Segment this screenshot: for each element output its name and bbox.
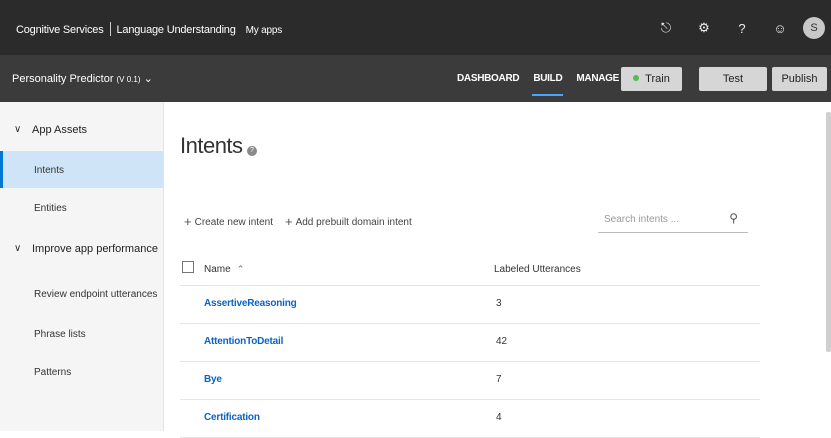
help-icon[interactable]: ? xyxy=(723,21,761,36)
sidebar-item-label: Phrase lists xyxy=(34,329,86,340)
gear-icon[interactable]: ⚙ xyxy=(685,20,723,36)
page-title: Intents xyxy=(180,133,243,158)
app-version: (V 0.1) xyxy=(116,75,141,84)
labeled-count: 3 xyxy=(496,298,502,309)
sort-up-icon: ⌃ xyxy=(236,264,245,274)
labeled-count: 4 xyxy=(496,412,502,423)
bell-icon[interactable]: ⎋ xyxy=(647,20,685,36)
add-prebuilt-label: Add prebuilt domain intent xyxy=(295,217,412,228)
my-apps-link[interactable]: My apps xyxy=(246,25,283,36)
train-label: Train xyxy=(645,73,670,85)
sidebar-item-label: Review endpoint utterances xyxy=(34,289,158,300)
sidebar-section-label: Improve app performance xyxy=(32,243,158,255)
train-button[interactable]: Train xyxy=(621,67,682,91)
intent-link[interactable]: Bye xyxy=(204,374,222,385)
add-prebuilt-button[interactable]: + Add prebuilt domain intent xyxy=(284,214,412,229)
create-intent-label: Create new intent xyxy=(194,217,273,228)
brand-separator xyxy=(109,22,111,36)
test-button[interactable]: Test xyxy=(699,67,767,91)
sidebar-item-patterns[interactable]: Patterns xyxy=(0,362,163,386)
tab-manage[interactable]: MANAGE xyxy=(569,55,626,102)
app-bar: Personality Predictor (V 0.1) ⌄ DASHBOARD… xyxy=(0,55,831,102)
chevron-down-icon: ∨ xyxy=(14,243,22,254)
create-intent-button[interactable]: + Create new intent xyxy=(184,214,273,229)
app-name: Personality Predictor xyxy=(12,73,114,85)
main-content: Intents ? + Create new intent + Add prebuil… xyxy=(164,102,831,438)
search-box: ⚲ xyxy=(598,206,748,233)
select-all-checkbox[interactable] xyxy=(182,261,194,273)
tab-build[interactable]: BUILD xyxy=(526,55,569,102)
app-selector[interactable]: Personality Predictor (V 0.1) ⌄ xyxy=(12,72,153,85)
sidebar-section-label: App Assets xyxy=(32,124,88,136)
sidebar-item-intents[interactable]: Intents xyxy=(0,151,163,188)
intents-table: Name ⌃ Labeled Utterances AssertiveReason… xyxy=(180,248,760,438)
nav-tabs: DASHBOARD BUILD MANAGE xyxy=(450,55,626,102)
plus-icon: + xyxy=(284,214,293,229)
column-header-name[interactable]: Name ⌃ xyxy=(204,264,244,275)
sidebar-item-label: Intents xyxy=(34,165,65,176)
help-icon[interactable]: ? xyxy=(247,146,257,156)
plus-icon: + xyxy=(184,214,192,229)
table-row: Bye 7 xyxy=(180,362,760,400)
sidebar: ∨ App Assets Intents Entities ∨ Improve … xyxy=(0,102,164,431)
tab-dashboard[interactable]: DASHBOARD xyxy=(450,55,526,102)
intent-toolbar: + Create new intent + Add prebuilt domain i… xyxy=(184,214,424,229)
intent-link[interactable]: Certification xyxy=(204,412,260,423)
sidebar-item-label: Entities xyxy=(34,203,67,214)
table-header: Name ⌃ Labeled Utterances xyxy=(180,248,760,286)
sidebar-item-review-endpoint[interactable]: Review endpoint utterances xyxy=(0,284,163,308)
column-label: Name xyxy=(204,264,231,275)
sidebar-item-label: Patterns xyxy=(34,367,72,378)
sidebar-item-entities[interactable]: Entities xyxy=(0,198,163,222)
table-row: Certification 4 xyxy=(180,400,760,438)
search-input[interactable] xyxy=(598,210,730,228)
column-header-labeled[interactable]: Labeled Utterances xyxy=(494,264,581,275)
chevron-down-icon: ∨ xyxy=(14,124,22,135)
vertical-scrollbar[interactable] xyxy=(826,112,831,352)
top-bar: Cognitive Services Language Understanding… xyxy=(0,0,831,55)
top-icons: ⎋ ⚙ ? ☺ S xyxy=(647,17,831,39)
table-row: AttentionToDetail 42 xyxy=(180,324,760,362)
labeled-count: 42 xyxy=(496,336,508,347)
avatar[interactable]: S xyxy=(803,17,825,39)
intent-link[interactable]: AssertiveReasoning xyxy=(204,298,297,309)
brand-area: Cognitive Services Language Understanding… xyxy=(16,22,282,36)
publish-button[interactable]: Publish xyxy=(772,67,827,91)
status-dot-icon xyxy=(633,75,640,81)
smiley-icon[interactable]: ☺ xyxy=(761,21,799,36)
product-link[interactable]: Language Understanding xyxy=(117,24,236,36)
sidebar-item-phrase-lists[interactable]: Phrase lists xyxy=(0,324,163,348)
labeled-count: 7 xyxy=(496,374,502,385)
table-row: AssertiveReasoning 3 xyxy=(180,286,760,324)
search-icon[interactable]: ⚲ xyxy=(729,211,738,225)
intent-link[interactable]: AttentionToDetail xyxy=(204,336,283,347)
chevron-down-icon: ⌄ xyxy=(143,73,153,85)
brand-link[interactable]: Cognitive Services xyxy=(16,24,104,36)
